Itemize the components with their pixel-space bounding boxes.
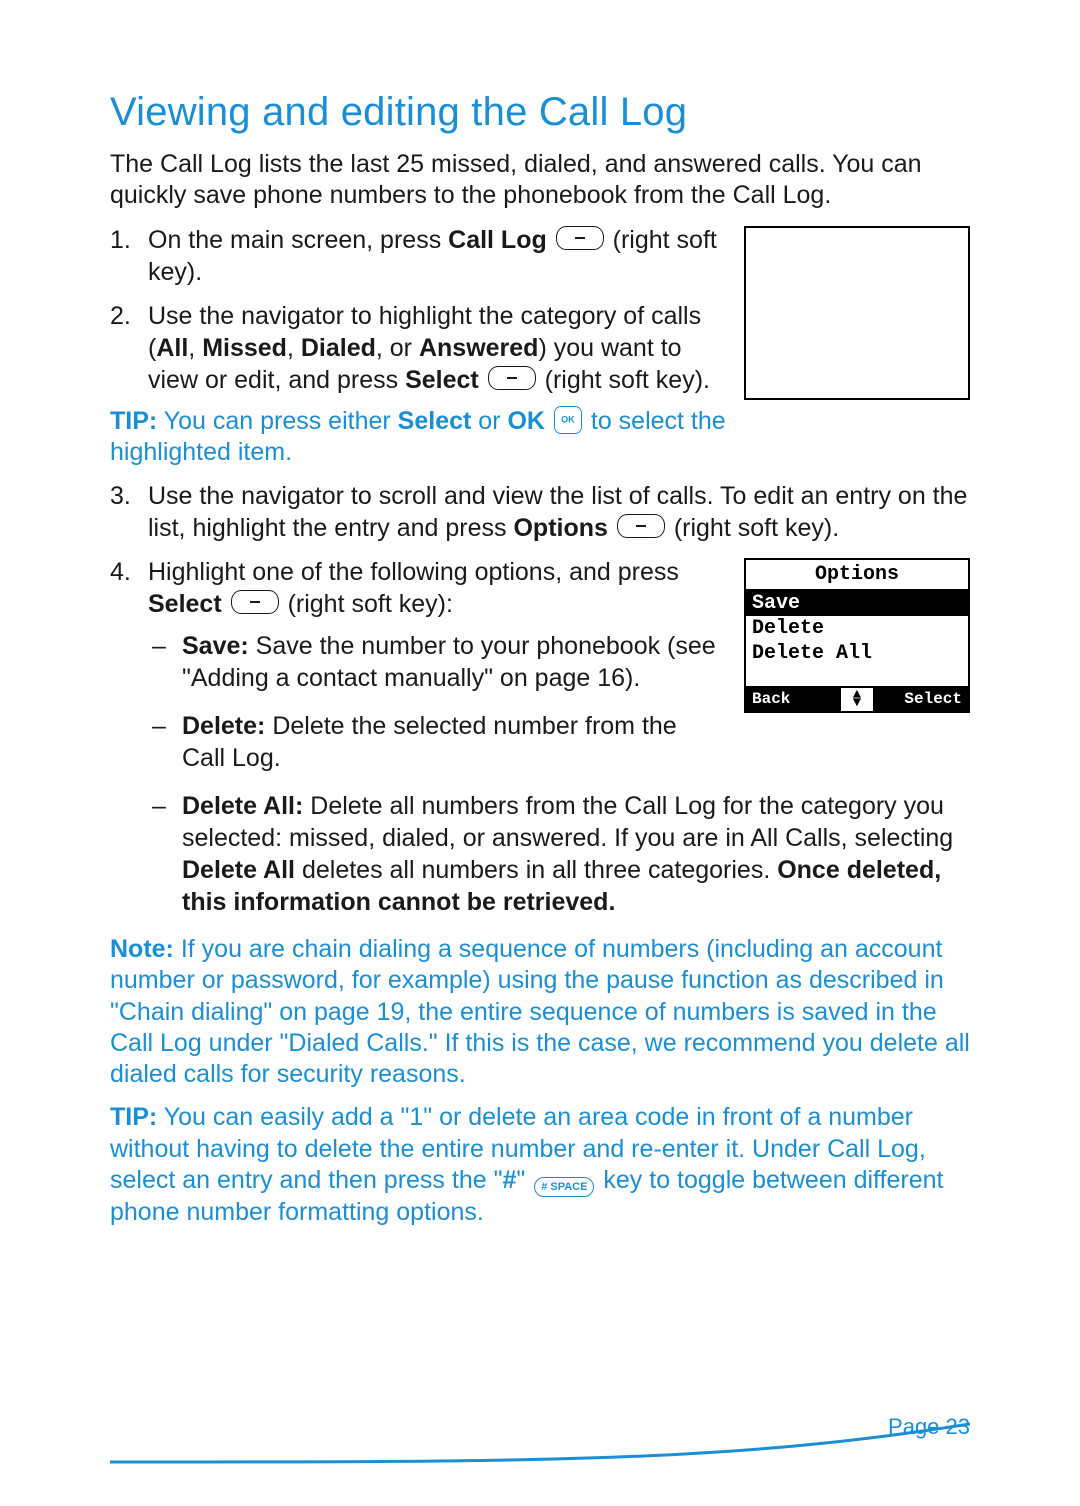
step-2: Use the navigator to highlight the categ…	[110, 300, 970, 469]
tip-2: TIP: You can easily add a "1" or delete …	[110, 1102, 970, 1228]
hash-space-key-icon: # SPACE	[534, 1177, 594, 1197]
intro-paragraph: The Call Log lists the last 25 missed, d…	[110, 149, 970, 212]
softkey-icon	[617, 514, 665, 538]
option-delete-all: Delete All: Delete all numbers from the …	[148, 790, 970, 918]
softkey-icon	[488, 366, 536, 390]
screen-item-save: Save	[746, 591, 968, 616]
footer-swoosh-icon	[110, 1418, 970, 1464]
ok-key-icon	[554, 406, 582, 434]
step-1: On the main screen, press Call Log (righ…	[110, 224, 970, 288]
section-heading: Viewing and editing the Call Log	[110, 90, 970, 135]
softkey-icon	[231, 590, 279, 614]
option-save: Save: Save the number to your phonebook …	[148, 630, 970, 694]
step-4: Options Save Delete Delete All Back ▲▼ S…	[110, 556, 970, 918]
steps-list: On the main screen, press Call Log (righ…	[110, 224, 970, 919]
note-paragraph: Note: If you are chain dialing a sequenc…	[110, 934, 970, 1090]
option-delete: Delete: Delete the selected number from …	[148, 710, 970, 774]
screen-title: Options	[746, 560, 968, 591]
page-number: Page 23	[888, 1414, 970, 1440]
tip-1: TIP: You can press either Select or OK t…	[110, 406, 970, 469]
softkey-icon	[556, 226, 604, 250]
step-3: Use the navigator to scroll and view the…	[110, 480, 970, 544]
options-sublist: Save: Save the number to your phonebook …	[148, 630, 970, 918]
